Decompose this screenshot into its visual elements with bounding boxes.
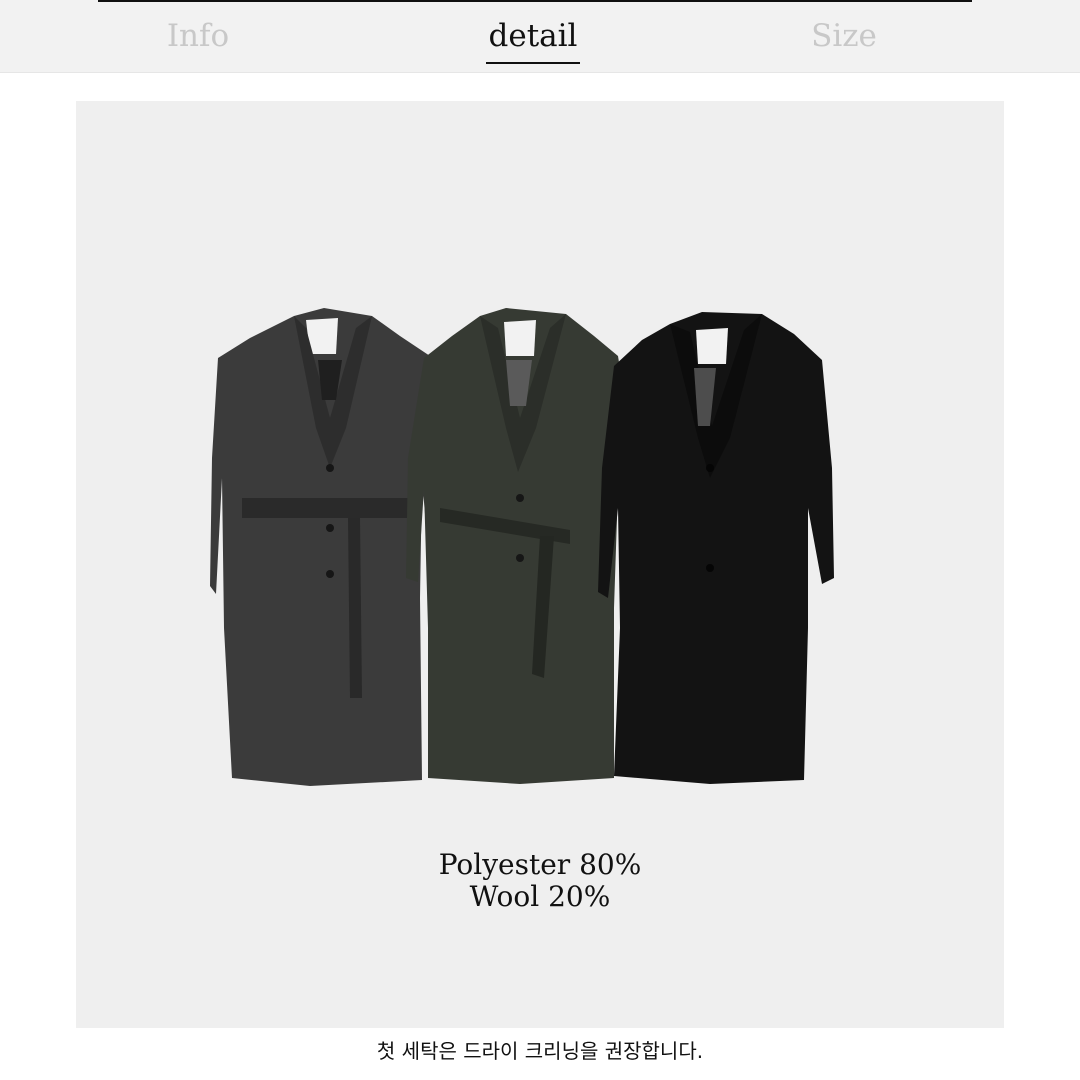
active-tab-underline <box>486 62 580 64</box>
care-note: 첫 세탁은 드라이 크리닝을 권장합니다. <box>376 1039 704 1063</box>
coat-charcoal <box>210 308 436 786</box>
coat-black <box>598 312 834 784</box>
material-line-polyester: Polyester 80% <box>438 848 642 881</box>
material-line-wool: Wool 20% <box>469 880 611 913</box>
product-detail-page: Info detail Size Polyester 80% Wool 20% … <box>0 0 1080 1080</box>
product-coats-image <box>210 308 834 786</box>
tab-bar: Info detail Size <box>0 0 1080 73</box>
tab-detail[interactable]: detail <box>486 14 580 64</box>
material-composition: Polyester 80% Wool 20% <box>76 849 1004 913</box>
tab-info[interactable]: Info <box>130 14 266 58</box>
product-image-panel: Polyester 80% Wool 20% <box>76 101 1004 1028</box>
tab-detail-label: detail <box>488 18 578 54</box>
tab-size[interactable]: Size <box>790 14 898 58</box>
tab-bar-top-rule <box>98 0 972 2</box>
